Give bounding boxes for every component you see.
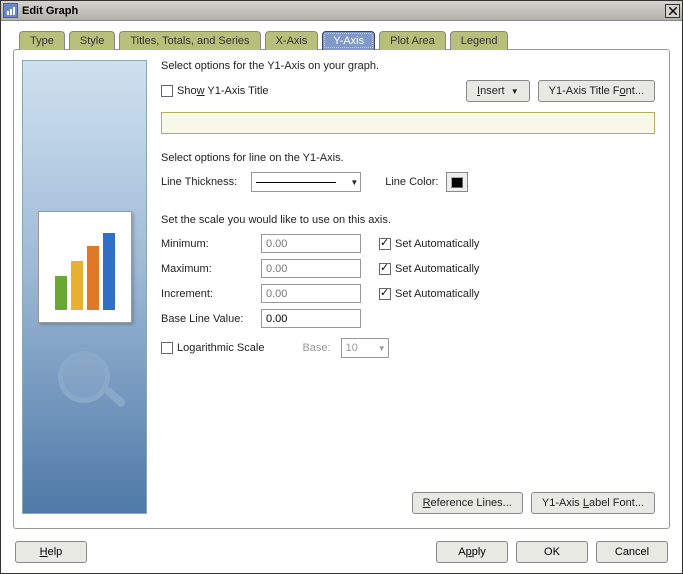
tab-titles[interactable]: Titles, Totals, and Series	[119, 31, 260, 50]
minimum-auto-checkbox[interactable]	[379, 238, 391, 250]
line-intro-text: Select options for line on the Y1-Axis.	[161, 152, 655, 164]
scale-intro-text: Set the scale you would like to use on t…	[161, 214, 655, 226]
tab-style[interactable]: Style	[69, 31, 115, 50]
help-button[interactable]: Help	[15, 541, 87, 563]
increment-auto-checkbox[interactable]	[379, 288, 391, 300]
base-value: 10	[346, 342, 358, 354]
axis-title-input[interactable]	[161, 112, 655, 134]
dialog-footer: Help Apply OK Cancel	[1, 535, 682, 573]
show-title-checkbox[interactable]	[161, 85, 173, 97]
sidebar-illustration	[22, 60, 147, 514]
increment-label: Increment:	[161, 288, 261, 300]
baseline-input[interactable]	[261, 309, 361, 328]
line-color-picker[interactable]	[446, 172, 468, 192]
titlebar: Edit Graph	[1, 1, 682, 21]
line-color-label: Line Color:	[385, 176, 438, 188]
tab-bar: Type Style Titles, Totals, and Series X-…	[19, 31, 670, 50]
cancel-button[interactable]: Cancel	[596, 541, 668, 563]
label-font-button[interactable]: Y1-Axis Label Font...	[531, 492, 655, 514]
ok-button[interactable]: OK	[516, 541, 588, 563]
line-thickness-label: Line Thickness:	[161, 176, 237, 188]
tab-legend[interactable]: Legend	[450, 31, 509, 50]
title-font-button[interactable]: Y1-Axis Title Font...	[538, 80, 655, 102]
baseline-label: Base Line Value:	[161, 313, 261, 325]
chevron-down-icon: ▼	[350, 178, 358, 187]
minimum-label: Minimum:	[161, 238, 261, 250]
base-label: Base:	[302, 342, 330, 354]
window-title: Edit Graph	[22, 5, 665, 17]
log-scale-label: Logarithmic Scale	[177, 342, 264, 354]
minimum-auto-label: Set Automatically	[395, 238, 479, 250]
edit-graph-dialog: Edit Graph Type Style Titles, Totals, an…	[0, 0, 683, 574]
maximum-label: Maximum:	[161, 263, 261, 275]
maximum-input[interactable]	[261, 259, 361, 278]
close-icon	[669, 7, 677, 15]
reference-lines-button[interactable]: Reference Lines...	[412, 492, 523, 514]
increment-auto-label: Set Automatically	[395, 288, 479, 300]
close-button[interactable]	[665, 4, 680, 18]
line-thickness-preview	[256, 182, 336, 183]
minimum-input[interactable]	[261, 234, 361, 253]
tab-plot[interactable]: Plot Area	[379, 31, 446, 50]
tab-yaxis[interactable]: Y-Axis	[322, 31, 375, 50]
base-dropdown[interactable]: 10 ▼	[341, 338, 389, 358]
insert-button[interactable]: Insert ▼	[466, 80, 530, 102]
tab-panel: Select options for the Y1-Axis on your g…	[13, 49, 670, 529]
tab-type[interactable]: Type	[19, 31, 65, 50]
tab-xaxis[interactable]: X-Axis	[265, 31, 319, 50]
show-title-label: Show Y1-Axis Title	[177, 85, 269, 97]
maximum-auto-label: Set Automatically	[395, 263, 479, 275]
log-scale-checkbox[interactable]	[161, 342, 173, 354]
maximum-auto-checkbox[interactable]	[379, 263, 391, 275]
color-swatch-icon	[451, 177, 463, 188]
increment-input[interactable]	[261, 284, 361, 303]
line-thickness-dropdown[interactable]: ▼	[251, 172, 361, 192]
yaxis-form: Select options for the Y1-Axis on your g…	[161, 60, 655, 514]
app-icon	[3, 3, 18, 18]
intro-text: Select options for the Y1-Axis on your g…	[161, 60, 655, 72]
chevron-down-icon: ▼	[378, 344, 386, 353]
apply-button[interactable]: Apply	[436, 541, 508, 563]
